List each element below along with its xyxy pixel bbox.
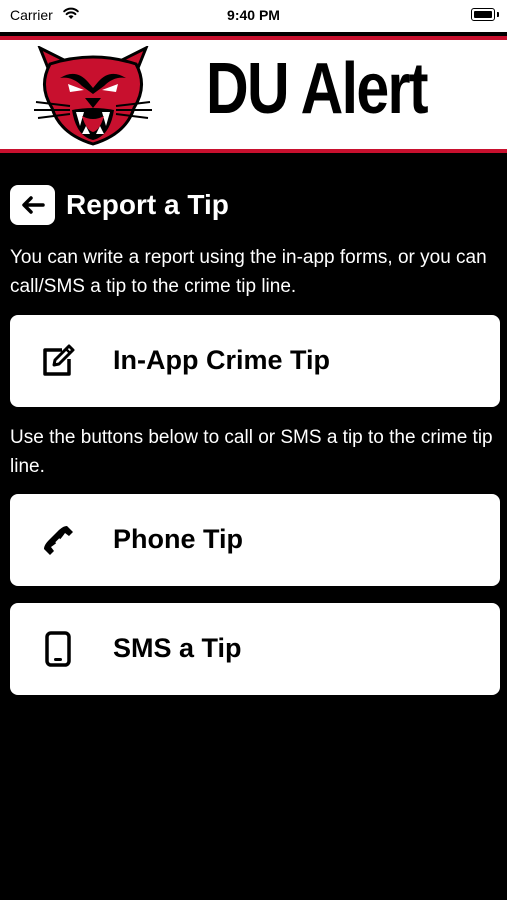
intro-description: You can write a report using the in-app … — [10, 247, 487, 297]
phone-tip-label: Phone Tip — [113, 524, 244, 554]
edit-icon — [43, 344, 75, 376]
page-title: Report a Tip — [66, 189, 229, 220]
in-app-crime-tip-button[interactable]: In-App Crime Tip — [10, 315, 500, 407]
back-button[interactable] — [10, 185, 55, 225]
in-app-crime-tip-label: In-App Crime Tip — [113, 345, 331, 375]
sms-tip-button[interactable]: SMS a Tip — [10, 603, 500, 695]
app-title: DU Alert — [206, 49, 429, 129]
back-arrow-icon — [22, 196, 45, 214]
app-banner: DU Alert — [0, 36, 507, 153]
call-description: Use the buttons below to call or SMS a t… — [10, 427, 493, 477]
panther-logo — [34, 46, 152, 146]
sms-tip-label: SMS a Tip — [113, 633, 242, 663]
phone-tip-button[interactable]: Phone Tip — [10, 494, 500, 586]
battery-icon — [471, 8, 495, 21]
status-time: 9:40 PM — [227, 7, 280, 23]
battery-cap — [497, 12, 499, 17]
phone-icon — [44, 526, 73, 555]
smartphone-icon — [45, 631, 71, 667]
status-bar: Carrier 9:40 PM — [0, 0, 507, 32]
